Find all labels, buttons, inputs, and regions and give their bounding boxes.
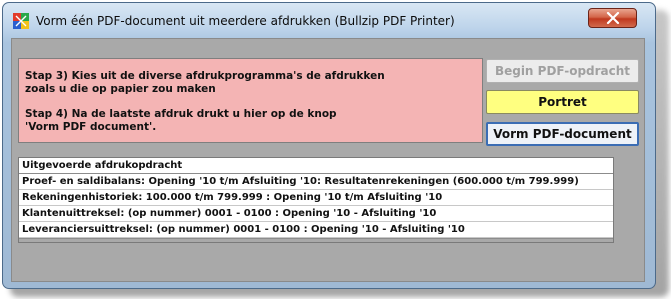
list-item[interactable]: Leveranciersuittreksel: (op nummer) 0001… <box>19 222 613 238</box>
client-area: Stap 3) Kies uit de diverse afdrukprogra… <box>11 38 645 282</box>
step-3-text: Stap 3) Kies uit de diverse afdrukprogra… <box>25 70 385 95</box>
make-pdf-document-button[interactable]: Vorm PDF-document <box>486 122 639 146</box>
list-item[interactable]: Rekeningenhistoriek: 100.000 t/m 799.999… <box>19 190 613 206</box>
print-jobs-list[interactable]: Uitgevoerde afdrukopdracht Proef- en sal… <box>18 157 614 243</box>
bullzip-app-icon <box>13 13 29 29</box>
window-title: Vorm één PDF-document uit meerdere afdru… <box>36 14 455 28</box>
list-item[interactable]: Klantenuittreksel: (op nummer) 0001 - 01… <box>19 206 613 222</box>
close-button[interactable] <box>588 8 637 28</box>
list-item[interactable]: Proef- en saldibalans: Opening '10 t/m A… <box>19 174 613 190</box>
title-bar[interactable]: Vorm één PDF-document uit meerdere afdru… <box>3 3 655 37</box>
list-header: Uitgevoerde afdrukopdracht <box>19 158 613 174</box>
dialog-window: Vorm één PDF-document uit meerdere afdru… <box>2 2 656 289</box>
begin-pdf-job-button[interactable]: Begin PDF-opdracht <box>486 59 639 83</box>
portrait-button[interactable]: Portret <box>486 90 639 114</box>
step-4-text: Stap 4) Na de laatste afdruk drukt u hie… <box>25 108 337 133</box>
close-icon <box>606 12 620 24</box>
list-empty-area <box>19 238 613 242</box>
instructions-panel: Stap 3) Kies uit de diverse afdrukprogra… <box>18 58 483 143</box>
